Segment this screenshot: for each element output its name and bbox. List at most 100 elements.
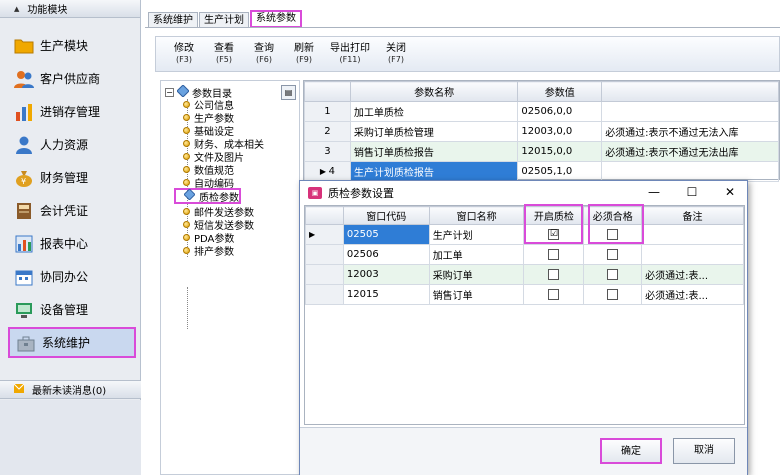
sidebar-item-inventory[interactable]: 进销存管理 bbox=[8, 96, 136, 127]
enable-qc-checkbox[interactable] bbox=[523, 244, 585, 265]
people-icon bbox=[14, 69, 34, 89]
maximize-icon[interactable]: ☐ bbox=[680, 185, 704, 199]
qc-settings-dialog: ▣ 质检参数设置 — ☐ ✕ 窗口代码 窗口名称 开启质检 必须合格 备注 ▶ … bbox=[299, 180, 748, 475]
must-pass-checkbox[interactable] bbox=[583, 244, 643, 265]
must-pass-checkbox[interactable] bbox=[583, 284, 643, 305]
param-name-cell[interactable]: 加工单质检 bbox=[349, 101, 519, 122]
column-header[interactable]: 窗口名称 bbox=[428, 206, 525, 225]
param-name-cell[interactable]: 生产计划质检报告 bbox=[349, 161, 519, 182]
table-row[interactable]: 3 销售订单质检报告 12015,0,0 必须通过:表示不通过无法出库 bbox=[304, 141, 779, 162]
close-icon[interactable]: ✕ bbox=[718, 185, 742, 199]
checkbox-mark bbox=[607, 288, 619, 300]
tree-node-scheduling[interactable]: 排产参数 bbox=[183, 244, 234, 258]
param-note-cell[interactable] bbox=[601, 161, 779, 182]
must-pass-checkbox[interactable] bbox=[583, 224, 643, 245]
window-code-cell[interactable]: 12003 bbox=[342, 264, 430, 285]
table-row-selected[interactable]: ▶ 02505 生产计划 ☑ bbox=[305, 224, 744, 245]
column-header[interactable]: 备注 bbox=[641, 206, 744, 225]
sidebar-bottom-panel bbox=[0, 400, 141, 475]
table-row[interactable]: 02506 加工单 bbox=[305, 244, 744, 265]
enable-qc-checkbox[interactable] bbox=[523, 264, 585, 285]
table-row[interactable]: 2 采购订单质检管理 12003,0,0 必须通过:表示不通过无法入库 bbox=[304, 121, 779, 142]
note-cell[interactable] bbox=[641, 244, 744, 265]
column-header[interactable]: 窗口代码 bbox=[342, 206, 430, 225]
unread-messages-bar[interactable]: 最新未读消息(0) bbox=[0, 380, 141, 399]
param-value-cell[interactable]: 02506,0,0 bbox=[517, 101, 603, 122]
note-cell[interactable]: 必须通过:表... bbox=[641, 284, 744, 305]
param-value-cell[interactable]: 12003,0,0 bbox=[517, 121, 603, 142]
column-header[interactable]: 必须合格 bbox=[583, 206, 643, 225]
tree-node-qc[interactable]: 质检参数 bbox=[174, 188, 241, 204]
sidebar-item-vouchers[interactable]: 会计凭证 bbox=[8, 195, 136, 226]
enable-qc-checkbox[interactable]: ☑ bbox=[523, 224, 585, 245]
sidebar-item-production[interactable]: 生产模块 bbox=[8, 30, 136, 61]
sidebar-item-finance[interactable]: ¥ 财务管理 bbox=[8, 162, 136, 193]
table-row-selected[interactable]: ▶ 4 生产计划质检报告 02505,1,0 bbox=[304, 161, 779, 182]
window-name-cell[interactable]: 生产计划 bbox=[428, 224, 525, 245]
checkbox-mark bbox=[607, 228, 619, 240]
node-bullet-icon bbox=[183, 114, 190, 121]
param-value-cell[interactable]: 02505,1,0 bbox=[517, 161, 603, 182]
row-pointer-icon: ▶ bbox=[305, 224, 344, 245]
param-note-cell[interactable] bbox=[601, 101, 779, 122]
sidebar-item-equipment[interactable]: 设备管理 bbox=[8, 294, 136, 325]
collapse-icon[interactable]: − bbox=[165, 88, 174, 97]
column-header[interactable]: 参数名称 bbox=[349, 81, 519, 102]
sidebar-header[interactable]: ▲ 功能模块 bbox=[0, 0, 140, 18]
window-name-cell[interactable]: 采购订单 bbox=[428, 264, 525, 285]
table-row[interactable]: 1 加工单质检 02506,0,0 bbox=[304, 101, 779, 122]
column-header[interactable] bbox=[601, 81, 779, 102]
diamond-icon bbox=[183, 188, 196, 203]
sidebar-item-hr[interactable]: 人力资源 bbox=[8, 129, 136, 160]
tab-system-params[interactable]: 系统参数 bbox=[250, 10, 302, 28]
sidebar-item-label: 生产模块 bbox=[40, 39, 89, 53]
window-code-cell[interactable]: 12015 bbox=[342, 284, 430, 305]
param-note-cell[interactable]: 必须通过:表示不通过无法入库 bbox=[601, 121, 779, 142]
checkbox-mark bbox=[607, 268, 619, 280]
edit-button[interactable]: 修改 (F3) bbox=[164, 37, 204, 71]
param-value-cell[interactable]: 12015,0,0 bbox=[517, 141, 603, 162]
refresh-button[interactable]: 刷新 (F9) bbox=[284, 37, 324, 71]
param-note-cell[interactable]: 必须通过:表示不通过无法出库 bbox=[601, 141, 779, 162]
sidebar-item-reports[interactable]: 报表中心 bbox=[8, 228, 136, 259]
close-button-key: (F7) bbox=[388, 55, 404, 64]
checkbox-mark: ☑ bbox=[548, 228, 560, 240]
column-header[interactable]: 开启质检 bbox=[523, 206, 585, 225]
sidebar-item-office[interactable]: 协同办公 bbox=[8, 261, 136, 292]
view-button-key: (F5) bbox=[216, 55, 232, 64]
sidebar-header-label: 功能模块 bbox=[27, 5, 68, 16]
query-button[interactable]: 查询 (F6) bbox=[244, 37, 284, 71]
close-button[interactable]: 关闭 (F7) bbox=[376, 37, 416, 71]
view-button[interactable]: 查看 (F5) bbox=[204, 37, 244, 71]
table-row[interactable]: 12015 销售订单 必须通过:表... bbox=[305, 284, 744, 305]
export-print-button[interactable]: 导出打印 (F11) bbox=[324, 37, 376, 71]
sidebar-item-system[interactable]: 系统维护 bbox=[8, 327, 136, 358]
row-header-cell bbox=[305, 264, 344, 285]
row-number: 1 bbox=[304, 101, 351, 122]
enable-qc-checkbox[interactable] bbox=[523, 284, 585, 305]
minimize-icon[interactable]: — bbox=[642, 185, 666, 199]
tree-toolbar-icon[interactable]: ▤ bbox=[281, 85, 296, 100]
tab-production-plan[interactable]: 生产计划 bbox=[199, 12, 249, 28]
window-name-cell[interactable]: 销售订单 bbox=[428, 284, 525, 305]
money-bag-icon: ¥ bbox=[14, 168, 34, 188]
note-cell[interactable] bbox=[641, 224, 744, 245]
tree-node-label: 质检参数 bbox=[199, 192, 239, 204]
dialog-footer: 确定 取消 bbox=[300, 427, 747, 475]
table-row[interactable]: 12003 采购订单 必须通过:表... bbox=[305, 264, 744, 285]
sidebar-item-customers[interactable]: 客户供应商 bbox=[8, 63, 136, 94]
must-pass-checkbox[interactable] bbox=[583, 264, 643, 285]
tab-system-maintenance[interactable]: 系统维护 bbox=[148, 12, 198, 28]
window-code-cell[interactable]: 02506 bbox=[342, 244, 430, 265]
window-code-cell[interactable]: 02505 bbox=[342, 224, 430, 245]
grid-corner bbox=[305, 206, 344, 225]
cancel-button[interactable]: 取消 bbox=[673, 438, 735, 464]
message-icon bbox=[13, 383, 25, 396]
window-name-cell[interactable]: 加工单 bbox=[428, 244, 525, 265]
ok-button[interactable]: 确定 bbox=[600, 438, 662, 464]
param-name-cell[interactable]: 采购订单质检管理 bbox=[349, 121, 519, 142]
param-name-cell[interactable]: 销售订单质检报告 bbox=[349, 141, 519, 162]
note-cell[interactable]: 必须通过:表... bbox=[641, 264, 744, 285]
checkbox-mark bbox=[548, 288, 560, 300]
column-header[interactable]: 参数值 bbox=[517, 81, 603, 102]
